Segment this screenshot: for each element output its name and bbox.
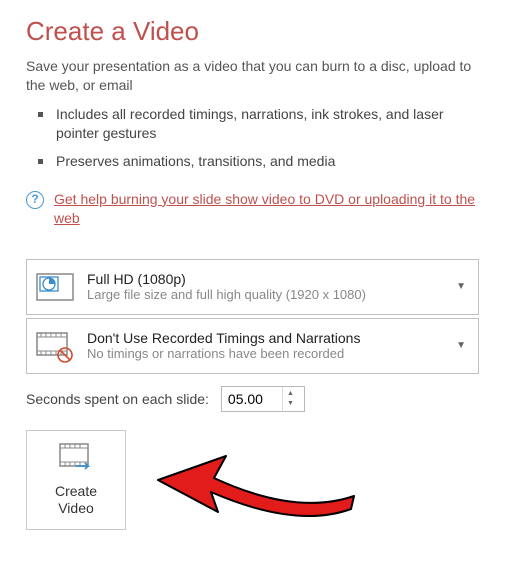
seconds-input[interactable]: [222, 387, 282, 411]
feature-list: Includes all recorded timings, narration…: [26, 105, 479, 172]
feature-item: Includes all recorded timings, narration…: [26, 105, 479, 144]
spinner-down[interactable]: ▼: [283, 399, 298, 409]
seconds-row: Seconds spent on each slide: ▲ ▼: [26, 386, 479, 412]
timings-icon: [35, 329, 75, 363]
create-video-icon: [58, 442, 94, 475]
timings-sub: No timings or narrations have been recor…: [87, 346, 452, 361]
quality-dropdown[interactable]: Full HD (1080p) Large file size and full…: [26, 259, 479, 315]
feature-item: Preserves animations, transitions, and m…: [26, 152, 479, 172]
seconds-spinner[interactable]: ▲ ▼: [221, 386, 305, 412]
help-row: ? Get help burning your slide show video…: [26, 190, 479, 229]
page-title: Create a Video: [26, 16, 479, 47]
spinner-up[interactable]: ▲: [283, 389, 298, 399]
create-video-button[interactable]: CreateVideo: [26, 430, 126, 530]
quality-icon: [35, 270, 75, 304]
annotation-arrow: [156, 444, 366, 544]
intro-text: Save your presentation as a video that y…: [26, 57, 479, 95]
chevron-down-icon: ▼: [452, 281, 470, 292]
quality-title: Full HD (1080p): [87, 271, 452, 287]
help-link[interactable]: Get help burning your slide show video t…: [54, 190, 479, 229]
quality-sub: Large file size and full high quality (1…: [87, 287, 452, 302]
timings-title: Don't Use Recorded Timings and Narration…: [87, 330, 452, 346]
seconds-label: Seconds spent on each slide:: [26, 391, 209, 407]
help-icon: ?: [26, 191, 44, 209]
chevron-down-icon: ▼: [452, 340, 470, 351]
create-video-label: CreateVideo: [55, 483, 97, 518]
timings-dropdown[interactable]: Don't Use Recorded Timings and Narration…: [26, 318, 479, 374]
